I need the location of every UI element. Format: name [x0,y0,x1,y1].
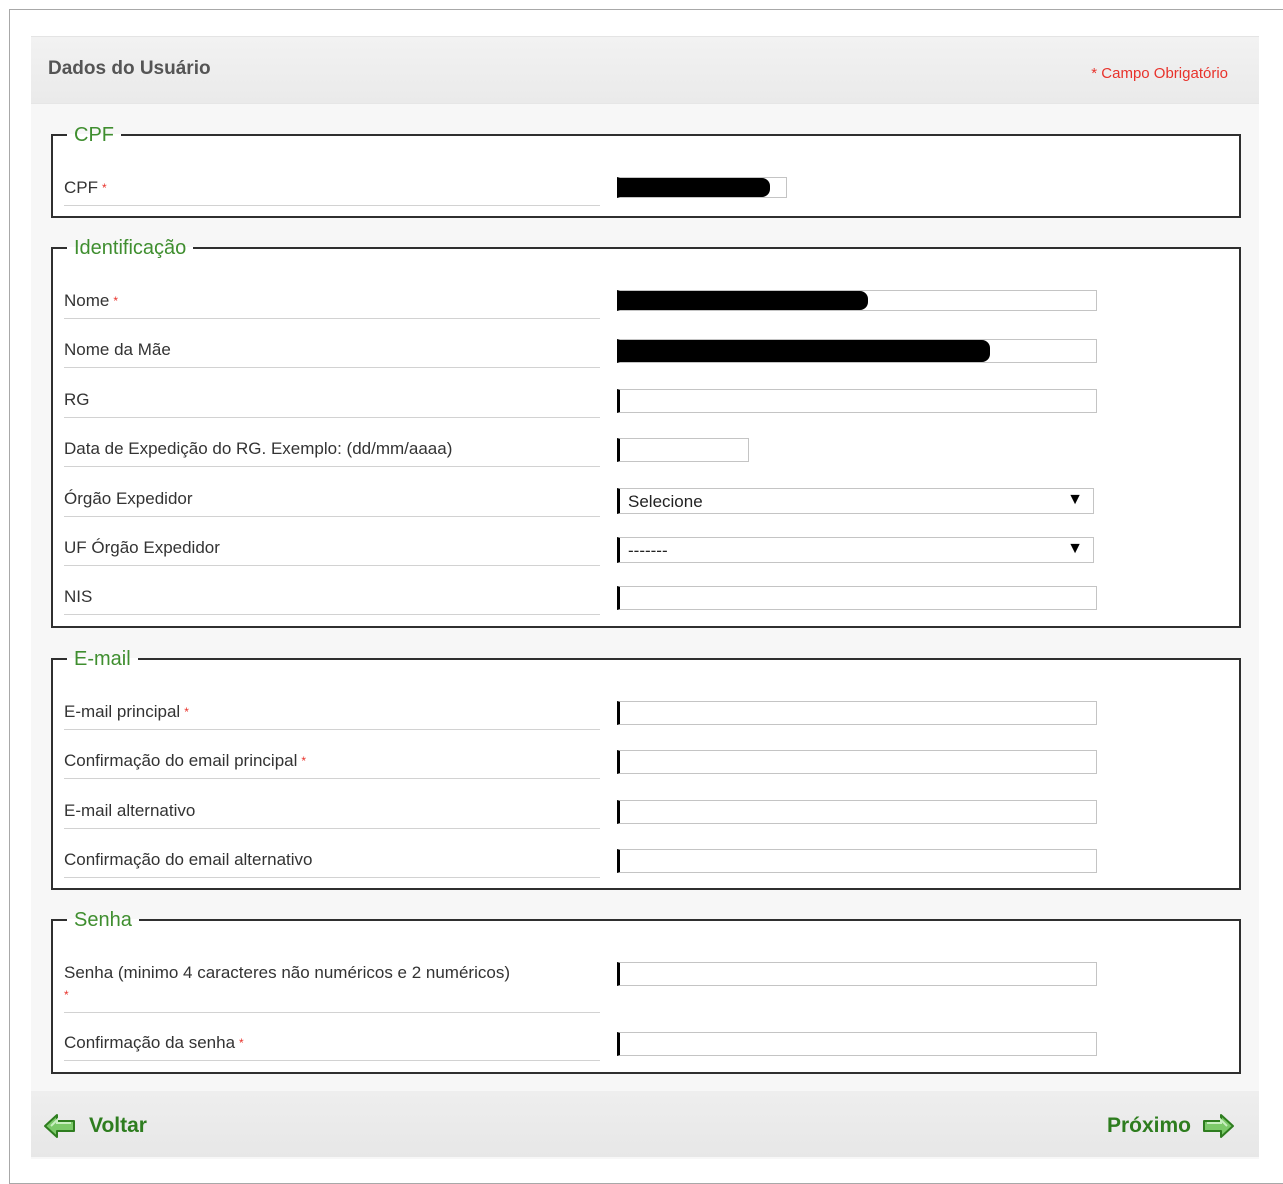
required-star: * [184,705,189,719]
label-orgao: Órgão Expedidor [64,488,600,517]
label-conf-email-principal: Confirmação do email principal * [64,750,600,779]
email-principal-input[interactable] [617,701,1097,725]
legend-email: E-mail [74,648,131,670]
nome-input[interactable] [617,290,1097,311]
required-star: * [102,181,107,195]
cpf-input[interactable] [617,177,787,198]
redacted-value [620,340,990,362]
fieldset-identificacao: Identificação Nome * Nome da Mãe RG Data … [51,238,1241,628]
senha-input[interactable] [617,962,1097,986]
legend-cpf: CPF [74,124,114,146]
required-star: * [113,294,119,308]
label-uf: UF Órgão Expedidor [64,537,600,566]
label-email-alternativo: E-mail alternativo [64,800,600,829]
dropdown-arrow-icon: ▼ [1067,491,1083,508]
arrow-right-icon [1201,1113,1235,1139]
back-label: Voltar [89,1114,147,1137]
required-star: * [64,988,69,1002]
email-alternativo-input[interactable] [617,800,1097,824]
fieldset-senha: Senha Senha (minimo 4 caracteres não num… [51,910,1241,1074]
required-note: * Campo Obrigatório [1091,65,1228,82]
fieldset-cpf: CPF CPF * [51,125,1241,218]
nome-mae-input[interactable] [617,339,1097,363]
legend-identificacao: Identificação [74,237,187,259]
uf-select-value: ------- [628,541,668,560]
legend-senha: Senha [74,909,132,931]
arrow-left-icon [43,1113,77,1139]
panel-header: Dados do Usuário * Campo Obrigatório [31,37,1259,104]
label-cpf: CPF * [64,177,600,206]
uf-select[interactable]: ------- ▼ [617,537,1094,563]
label-senha: Senha (minimo 4 caracteres não numéricos… [64,962,600,1013]
user-data-panel: Dados do Usuário * Campo Obrigatório CPF… [31,36,1259,1159]
label-conf-email-alternativo: Confirmação do email alternativo [64,849,600,878]
conf-senha-input[interactable] [617,1032,1097,1056]
label-rg: RG [64,389,600,418]
label-nome: Nome * [64,290,600,319]
orgao-select-value: Selecione [628,492,703,511]
required-star: * [301,754,307,768]
rg-input[interactable] [617,389,1097,413]
redacted-value [620,178,770,197]
nis-input[interactable] [617,586,1097,610]
conf-email-principal-input[interactable] [617,750,1097,774]
label-data-expedicao: Data de Expedição do RG. Exemplo: (dd/mm… [64,438,600,467]
label-nome-mae: Nome da Mãe [64,339,600,368]
panel-footer: Voltar Próximo [31,1091,1259,1157]
data-expedicao-input[interactable] [617,438,749,462]
fieldset-email: E-mail E-mail principal * Confirmação do … [51,649,1241,890]
next-label: Próximo [1106,1114,1191,1137]
label-email-principal: E-mail principal * [64,701,600,730]
required-star: * [239,1036,244,1050]
orgao-select[interactable]: Selecione ▼ [617,488,1094,514]
conf-email-alternativo-input[interactable] [617,849,1097,873]
redacted-value [620,291,868,310]
label-nis: NIS [64,586,600,615]
next-button[interactable]: Próximo [1107,1113,1235,1139]
label-conf-senha: Confirmação da senha * [64,1032,600,1061]
page-title: Dados do Usuário [48,58,211,79]
back-button[interactable]: Voltar [43,1113,147,1139]
dropdown-arrow-icon: ▼ [1067,540,1083,557]
